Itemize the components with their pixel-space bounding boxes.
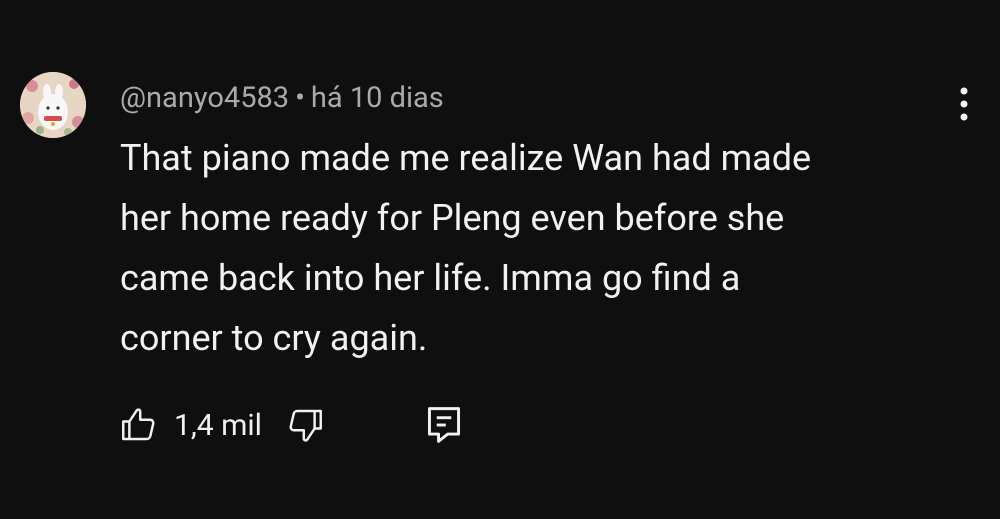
comment-text-line: corner to cry again. bbox=[120, 317, 428, 359]
comment-text-line: That piano made me realize Wan had made bbox=[120, 137, 812, 179]
comment-time[interactable]: há 10 dias bbox=[311, 81, 444, 115]
thumb-up-icon bbox=[122, 408, 155, 441]
meta-separator: • bbox=[295, 81, 305, 115]
more-vert-icon[interactable] bbox=[946, 84, 982, 124]
comment-text: That piano made me realize Wan had made … bbox=[120, 128, 940, 368]
dislike-button[interactable] bbox=[284, 404, 326, 446]
avatar[interactable] bbox=[20, 72, 86, 138]
author-name[interactable]: @nanyo4583 bbox=[120, 81, 289, 115]
comment-text-line: came back into her life. Imma go find a bbox=[120, 257, 741, 299]
like-button[interactable] bbox=[118, 404, 160, 446]
comment-icon bbox=[427, 407, 460, 443]
like-count: 1,4 mil bbox=[174, 407, 262, 443]
avatar-image bbox=[20, 72, 86, 138]
reply-button[interactable] bbox=[424, 403, 464, 447]
comment-header: @nanyo4583 • há 10 dias bbox=[120, 80, 444, 116]
comment-card: @nanyo4583 • há 10 dias That piano made me… bbox=[0, 0, 1000, 519]
comment-text-line: her home ready for Pleng even before she bbox=[120, 197, 785, 239]
comment-actions: 1,4 mil bbox=[118, 400, 464, 450]
thumb-down-icon bbox=[289, 409, 322, 442]
